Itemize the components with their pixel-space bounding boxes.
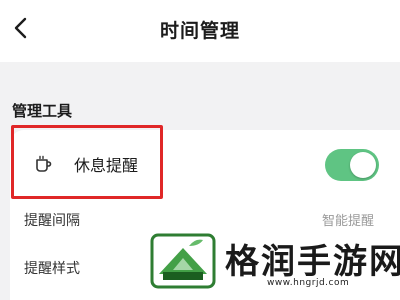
watermark-logo-icon <box>150 233 216 289</box>
reminder-style-label: 提醒样式 <box>24 261 80 277</box>
highlight-annotation <box>11 125 163 199</box>
reminder-interval-label: 提醒间隔 <box>24 213 80 229</box>
watermark-url-text: www.hngrjd.com <box>267 278 350 288</box>
toggle-knob <box>350 152 376 178</box>
watermark-brand-text: 格润手游网 <box>225 242 400 282</box>
app-header: 时间管理 <box>0 0 400 62</box>
break-reminder-toggle[interactable] <box>325 149 379 181</box>
page-title: 时间管理 <box>159 20 240 42</box>
site-watermark: 格润手游网 www.hngrjd.com <box>145 228 400 296</box>
section-title: 管理工具 <box>12 102 73 120</box>
reminder-interval-value: 智能提醒 <box>321 214 374 229</box>
